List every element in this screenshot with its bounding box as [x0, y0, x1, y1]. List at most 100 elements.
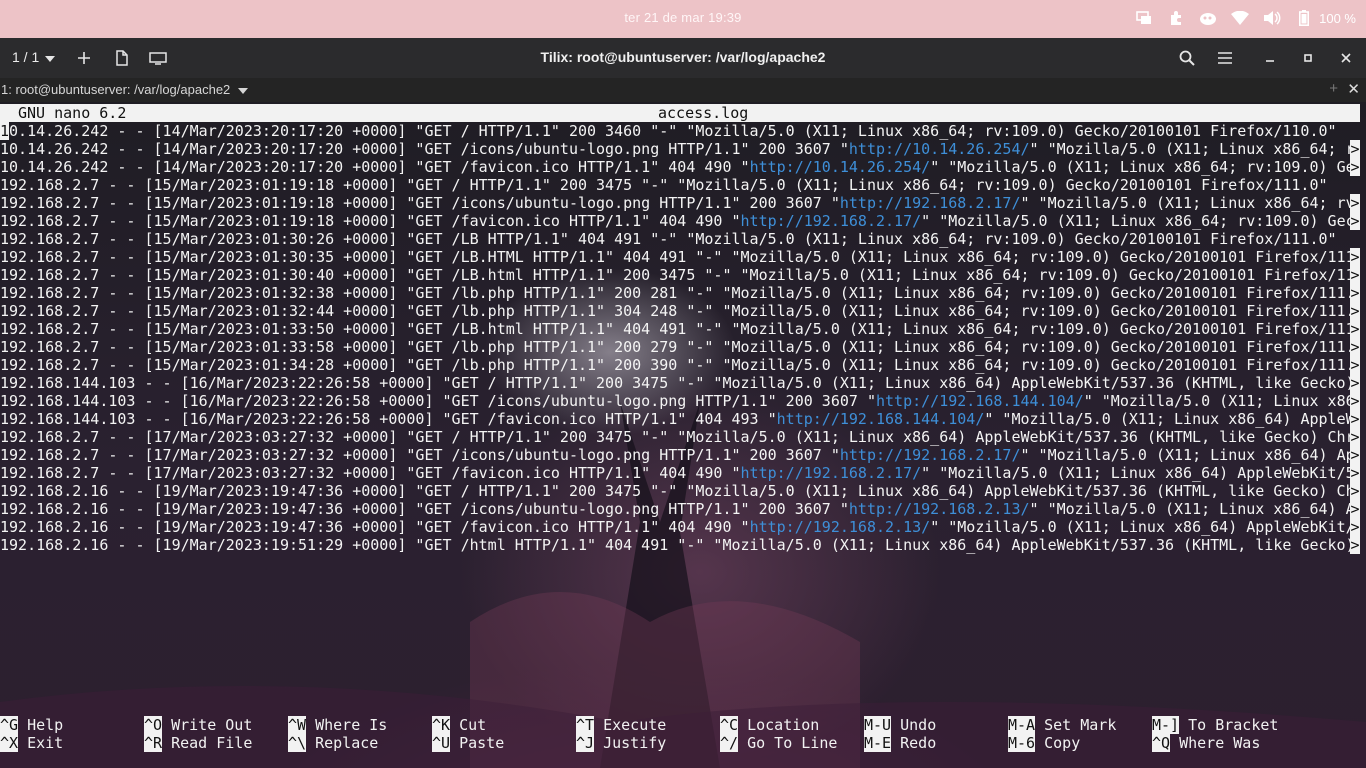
- shortcut-label: Copy: [1035, 734, 1081, 752]
- shortcut-where-is[interactable]: ^W Where Is: [288, 716, 387, 734]
- log-line[interactable]: 192.168.2.7 - - [15/Mar/2023:01:19:18 +0…: [0, 212, 1366, 230]
- log-line-text: 10.14.26.242 - - [14/Mar/2023:20:17:20 +…: [0, 122, 1350, 140]
- log-line[interactable]: 192.168.2.7 - - [15/Mar/2023:01:30:35 +0…: [0, 248, 1366, 266]
- system-monitor-icon[interactable]: [1199, 9, 1217, 27]
- log-line[interactable]: 192.168.2.16 - - [19/Mar/2023:19:47:36 +…: [0, 482, 1366, 500]
- shortcut-exit[interactable]: ^X Exit: [0, 734, 63, 752]
- log-line[interactable]: 192.168.2.16 - - [19/Mar/2023:19:47:36 +…: [0, 518, 1366, 536]
- log-segment: " "Mozilla/5.0 (X11; Linux x86: [1083, 392, 1350, 410]
- log-line[interactable]: 192.168.2.7 - - [15/Mar/2023:01:19:18 +0…: [0, 194, 1366, 212]
- shortcut-write-out[interactable]: ^O Write Out: [144, 716, 252, 734]
- shortcut-paste[interactable]: ^U Paste: [432, 734, 504, 752]
- close-terminal-icon[interactable]: ✕: [1347, 80, 1360, 98]
- shortcut-label: Replace: [306, 734, 379, 752]
- shortcut-key: ^O: [144, 716, 163, 734]
- extension-icon[interactable]: [1167, 9, 1185, 27]
- shortcut-key: M-E: [864, 734, 892, 752]
- log-line[interactable]: 10.14.26.242 - - [14/Mar/2023:20:17:20 +…: [0, 122, 1366, 140]
- log-segment: 192.168.144.103 - - [16/Mar/2023:22:26:5…: [0, 410, 777, 428]
- shortcut-label: Justify: [594, 734, 667, 752]
- log-line[interactable]: 192.168.144.103 - - [16/Mar/2023:22:26:5…: [0, 410, 1366, 428]
- shortcut-key: ^R: [144, 734, 163, 752]
- referrer-link[interactable]: http://192.168.2.17/: [741, 464, 922, 482]
- log-segment: 192.168.2.16 - - [19/Mar/2023:19:47:36 +…: [0, 482, 1350, 500]
- add-terminal-icon[interactable]: +: [1329, 80, 1338, 97]
- log-line[interactable]: 192.168.2.7 - - [15/Mar/2023:01:30:26 +0…: [0, 230, 1366, 248]
- line-continues-marker: >: [1350, 374, 1360, 392]
- log-segment: 192.168.2.7 - - [15/Mar/2023:01:32:44 +0…: [0, 302, 1350, 320]
- shortcut-go-to-line[interactable]: ^/ Go To Line: [720, 734, 837, 752]
- shortcut-undo[interactable]: M-U Undo: [864, 716, 936, 734]
- minimize-button[interactable]: [1260, 48, 1280, 68]
- log-line[interactable]: 192.168.2.7 - - [15/Mar/2023:01:30:40 +0…: [0, 266, 1366, 284]
- line-continues-marker: >: [1350, 248, 1360, 266]
- system-tray[interactable]: 100 %: [1135, 9, 1356, 27]
- referrer-link[interactable]: http://192.168.144.104/: [876, 392, 1084, 410]
- referrer-link[interactable]: http://192.168.2.13/: [750, 518, 931, 536]
- close-window-button[interactable]: [1336, 48, 1356, 68]
- volume-icon[interactable]: [1263, 9, 1281, 27]
- log-line[interactable]: 10.14.26.242 - - [14/Mar/2023:20:17:20 +…: [0, 158, 1366, 176]
- terminal-title-dropdown[interactable]: 1: root@ubuntuserver: /var/log/apache2: [1, 82, 249, 97]
- wifi-icon[interactable]: [1231, 9, 1250, 27]
- log-line[interactable]: 192.168.144.103 - - [16/Mar/2023:22:26:5…: [0, 374, 1366, 392]
- shortcut-help[interactable]: ^G Help: [0, 716, 63, 734]
- log-line-text: 192.168.2.16 - - [19/Mar/2023:19:47:36 +…: [0, 500, 1350, 518]
- shortcut-copy[interactable]: M-6 Copy: [1008, 734, 1080, 752]
- shortcut-execute[interactable]: ^T Execute: [576, 716, 666, 734]
- shortcut-read-file[interactable]: ^R Read File: [144, 734, 252, 752]
- log-segment: 192.168.2.7 - - [15/Mar/2023:01:33:50 +0…: [0, 320, 1350, 338]
- log-line-text: 192.168.2.7 - - [15/Mar/2023:01:32:38 +0…: [0, 284, 1350, 302]
- log-line[interactable]: 192.168.2.7 - - [15/Mar/2023:01:19:18 +0…: [0, 176, 1366, 194]
- shortcut-redo[interactable]: M-E Redo: [864, 734, 936, 752]
- system-top-bar: ter 21 de mar 19:39 100 %: [0, 0, 1366, 38]
- log-line[interactable]: 192.168.2.7 - - [17/Mar/2023:03:27:32 +0…: [0, 464, 1366, 482]
- shortcut-where-was[interactable]: ^Q Where Was: [1152, 734, 1260, 752]
- referrer-link[interactable]: http://192.168.2.17/: [741, 212, 922, 230]
- referrer-link[interactable]: http://10.14.26.254/: [849, 140, 1030, 158]
- log-line[interactable]: 192.168.2.7 - - [15/Mar/2023:01:32:38 +0…: [0, 284, 1366, 302]
- log-line[interactable]: 192.168.2.7 - - [15/Mar/2023:01:32:44 +0…: [0, 302, 1366, 320]
- referrer-link[interactable]: http://192.168.2.17/: [840, 446, 1021, 464]
- log-file-content[interactable]: 10.14.26.242 - - [14/Mar/2023:20:17:20 +…: [0, 122, 1366, 554]
- shortcut-cut[interactable]: ^K Cut: [432, 716, 486, 734]
- shortcut-key: ^K: [432, 716, 451, 734]
- shortcut-set-mark[interactable]: M-A Set Mark: [1008, 716, 1116, 734]
- referrer-link[interactable]: http://192.168.144.104/: [777, 410, 985, 428]
- log-line[interactable]: 192.168.2.16 - - [19/Mar/2023:19:47:36 +…: [0, 500, 1366, 518]
- log-line[interactable]: 192.168.2.7 - - [15/Mar/2023:01:33:58 +0…: [0, 338, 1366, 356]
- shortcut-label: Exit: [18, 734, 64, 752]
- log-line[interactable]: 192.168.144.103 - - [16/Mar/2023:22:26:5…: [0, 392, 1366, 410]
- log-line[interactable]: 192.168.2.16 - - [19/Mar/2023:19:51:29 +…: [0, 536, 1366, 554]
- hamburger-menu-button[interactable]: [1215, 48, 1235, 68]
- shortcut-to-bracket[interactable]: M-] To Bracket: [1152, 716, 1278, 734]
- referrer-link[interactable]: http://10.14.26.254/: [750, 158, 931, 176]
- referrer-link[interactable]: http://192.168.2.17/: [840, 194, 1021, 212]
- line-continues-marker: >: [1350, 536, 1360, 554]
- shortcut-replace[interactable]: ^\ Replace: [288, 734, 378, 752]
- log-line[interactable]: 192.168.2.7 - - [15/Mar/2023:01:33:50 +0…: [0, 320, 1366, 338]
- log-segment: 192.168.2.7 - - [15/Mar/2023:01:32:38 +0…: [0, 284, 1350, 302]
- log-line-text: 192.168.2.7 - - [15/Mar/2023:01:19:18 +0…: [0, 194, 1350, 212]
- terminal-view[interactable]: GNU nano 6.2 access.log 10.14.26.242 - -…: [0, 102, 1366, 768]
- log-segment: " "Mozilla/5.0 (X11; Linux x86_64) A: [1029, 500, 1350, 518]
- maximize-button[interactable]: [1298, 48, 1318, 68]
- line-continues-marker: >: [1350, 338, 1360, 356]
- log-line[interactable]: 192.168.2.7 - - [15/Mar/2023:01:34:28 +0…: [0, 356, 1366, 374]
- log-segment: 192.168.2.7 - - [15/Mar/2023:01:33:58 +0…: [0, 338, 1350, 356]
- line-continues-marker: >: [1350, 482, 1360, 500]
- nano-version: GNU nano 6.2: [18, 104, 127, 122]
- log-line-text: 192.168.2.7 - - [15/Mar/2023:01:30:26 +0…: [0, 230, 1350, 248]
- shortcut-label: Paste: [450, 734, 505, 752]
- screen-share-icon[interactable]: [1135, 9, 1153, 27]
- search-button[interactable]: [1177, 48, 1197, 68]
- log-line[interactable]: 10.14.26.242 - - [14/Mar/2023:20:17:20 +…: [0, 140, 1366, 158]
- log-line-text: 192.168.144.103 - - [16/Mar/2023:22:26:5…: [0, 374, 1350, 392]
- log-line[interactable]: 192.168.2.7 - - [17/Mar/2023:03:27:32 +0…: [0, 446, 1366, 464]
- shortcut-justify[interactable]: ^J Justify: [576, 734, 666, 752]
- log-line[interactable]: 192.168.2.7 - - [17/Mar/2023:03:27:32 +0…: [0, 428, 1366, 446]
- referrer-link[interactable]: http://192.168.2.13/: [849, 500, 1030, 518]
- line-continues-marker: >: [1350, 212, 1360, 230]
- battery-icon[interactable]: [1295, 9, 1313, 27]
- shortcut-location[interactable]: ^C Location: [720, 716, 819, 734]
